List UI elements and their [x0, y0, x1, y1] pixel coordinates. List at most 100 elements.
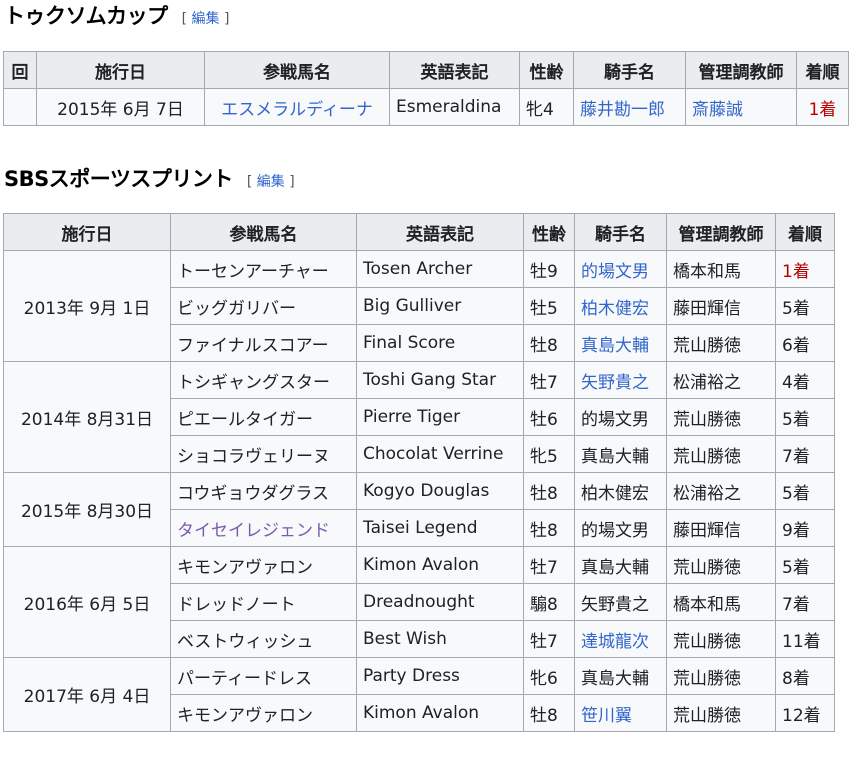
cell-jockey: 的場文男	[574, 509, 667, 547]
cell-jockey: 真島大輔	[574, 435, 667, 473]
jockey-link[interactable]: 達城龍次	[574, 620, 667, 658]
col-header-date: 施行日	[3, 213, 171, 251]
cell-trainer: 橋本和馬	[666, 583, 776, 621]
cell-horse: パーティードレス	[170, 657, 357, 695]
cell-trainer: 荒山勝徳	[666, 324, 776, 362]
jockey-link[interactable]: 真島大輔	[574, 324, 667, 362]
cell-sex-age: 牡8	[523, 472, 575, 510]
cell-english: Esmeraldina	[389, 88, 520, 126]
cell-date: 2016年 6月 5日	[3, 546, 171, 658]
cell-sex-age: 牡8	[523, 509, 575, 547]
section-title: トゥクソムカップ	[4, 4, 168, 28]
cell-sex-age: 牡7	[523, 361, 575, 399]
cell-finish: 7着	[775, 435, 835, 473]
cell-horse: トシギャングスター	[170, 361, 357, 399]
cell-finish: 6着	[775, 324, 835, 362]
cell-sex-age: 牝4	[519, 88, 574, 126]
cell-english: Kimon Avalon	[356, 694, 524, 732]
jockey-link[interactable]: 藤井勘一郎	[573, 88, 686, 126]
cell-date: 2015年 8月30日	[3, 472, 171, 547]
cell-sex-age: 牡6	[523, 398, 575, 436]
cell-sex-age: 牡5	[523, 287, 575, 325]
col-header-finish: 着順	[775, 213, 835, 251]
cell-date: 2013年 9月 1日	[3, 250, 171, 362]
cell-english: Party Dress	[356, 657, 524, 695]
col-header-jockey: 騎手名	[573, 51, 686, 89]
cell-horse: ショコラヴェリーヌ	[170, 435, 357, 473]
cell-jockey: 的場文男	[574, 398, 667, 436]
trainer-link[interactable]: 斎藤誠	[685, 88, 797, 126]
tokusomu-results-table: 回 施行日 参戦馬名 英語表記 性齢 騎手名 管理調教師 着順 2015年 6月…	[3, 51, 849, 126]
cell-jockey: 真島大輔	[574, 657, 667, 695]
col-header-trainer: 管理調教師	[666, 213, 776, 251]
cell-english: Tosen Archer	[356, 250, 524, 288]
table-row: 2016年 6月 5日 キモンアヴァロン Kimon Avalon 牡7 真島大…	[3, 546, 835, 658]
cell-jockey: 柏木健宏	[574, 472, 667, 510]
cell-trainer: 藤田輝信	[666, 287, 776, 325]
cell-horse: ビッグガリバー	[170, 287, 357, 325]
jockey-link[interactable]: 笹川翼	[574, 694, 667, 732]
cell-sex-age: 牝6	[523, 657, 575, 695]
cell-horse: キモンアヴァロン	[170, 694, 357, 732]
cell-trainer: 荒山勝徳	[666, 546, 776, 584]
table-row: 2017年 6月 4日 パーティードレス Party Dress 牝6 真島大輔…	[3, 657, 835, 732]
cell-finish: 5着	[775, 472, 835, 510]
cell-sex-age: 牡7	[523, 546, 575, 584]
cell-date: 2015年 6月 7日	[36, 88, 205, 126]
cell-english: Final Score	[356, 324, 524, 362]
jockey-link[interactable]: 柏木健宏	[574, 287, 667, 325]
cell-sex-age: 牝5	[523, 435, 575, 473]
cell-trainer: 荒山勝徳	[666, 398, 776, 436]
col-header-sex-age: 性齢	[523, 213, 575, 251]
edit-link[interactable]: 編集	[192, 11, 220, 27]
cell-finish: 4着	[775, 361, 835, 399]
cell-english: Pierre Tiger	[356, 398, 524, 436]
cell-finish: 12着	[775, 694, 835, 732]
edit-section-wrap: [ 編集 ]	[181, 11, 230, 27]
section-heading-sbs: SBSスポーツスプリント [ 編集 ]	[4, 163, 295, 193]
col-header-english: 英語表記	[356, 213, 524, 251]
cell-horse: ファイナルスコアー	[170, 324, 357, 362]
col-header-trainer: 管理調教師	[685, 51, 797, 89]
jockey-link[interactable]: 矢野貴之	[574, 361, 667, 399]
cell-english: Toshi Gang Star	[356, 361, 524, 399]
cell-trainer: 荒山勝徳	[666, 657, 776, 695]
cell-horse: コウギョウダグラス	[170, 472, 357, 510]
table-header-row: 施行日 参戦馬名 英語表記 性齢 騎手名 管理調教師 着順	[3, 213, 835, 251]
jockey-link[interactable]: 的場文男	[574, 250, 667, 288]
section-title: SBSスポーツスプリント	[4, 167, 233, 191]
cell-horse: ピエールタイガー	[170, 398, 357, 436]
cell-finish: 7着	[775, 583, 835, 621]
table-row: 2014年 8月31日 トシギャングスター Toshi Gang Star 牡7…	[3, 361, 835, 473]
col-header-jockey: 騎手名	[574, 213, 667, 251]
cell-finish: 1着	[775, 250, 835, 288]
col-header-horse: 参戦馬名	[170, 213, 357, 251]
edit-section-wrap: [ 編集 ]	[246, 174, 295, 190]
cell-horse: ベストウィッシュ	[170, 620, 357, 658]
horse-link[interactable]: エスメラルディーナ	[204, 88, 390, 126]
cell-trainer: 藤田輝信	[666, 509, 776, 547]
cell-trainer: 荒山勝徳	[666, 620, 776, 658]
cell-horse: キモンアヴァロン	[170, 546, 357, 584]
sbs-results-table: 施行日 参戦馬名 英語表記 性齢 騎手名 管理調教師 着順 2013年 9月 1…	[3, 213, 835, 732]
table-row: 2015年 6月 7日 エスメラルディーナ Esmeraldina 牝4 藤井勘…	[3, 88, 849, 126]
cell-date: 2017年 6月 4日	[3, 657, 171, 732]
cell-finish: 8着	[775, 657, 835, 695]
edit-link[interactable]: 編集	[257, 174, 285, 190]
col-header-finish: 着順	[796, 51, 849, 89]
col-header-english: 英語表記	[389, 51, 520, 89]
horse-link[interactable]: タイセイレジェンド	[170, 509, 357, 547]
cell-date: 2014年 8月31日	[3, 361, 171, 473]
cell-finish: 1着	[796, 88, 849, 126]
cell-jockey: 矢野貴之	[574, 583, 667, 621]
col-header-sex-age: 性齢	[519, 51, 574, 89]
cell-sex-age: 騸8	[523, 583, 575, 621]
cell-finish: 5着	[775, 546, 835, 584]
table-row: 2015年 8月30日 コウギョウダグラス Kogyo Douglas 牡8 柏…	[3, 472, 835, 547]
cell-trainer: 松浦裕之	[666, 472, 776, 510]
table-row: 2013年 9月 1日 トーセンアーチャー Tosen Archer 牡9 的場…	[3, 250, 835, 362]
cell-english: Taisei Legend	[356, 509, 524, 547]
cell-trainer: 松浦裕之	[666, 361, 776, 399]
cell-trainer: 荒山勝徳	[666, 694, 776, 732]
cell-english: Dreadnought	[356, 583, 524, 621]
